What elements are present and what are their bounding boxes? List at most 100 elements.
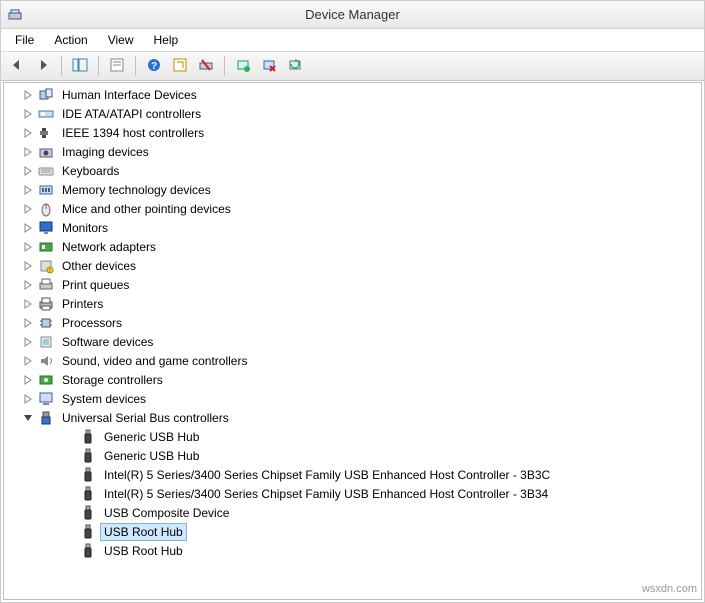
tree-category[interactable]: IEEE 1394 host controllers bbox=[4, 123, 701, 142]
tree-category-label: Processors bbox=[58, 314, 126, 332]
chevron-right-icon[interactable] bbox=[22, 260, 34, 272]
chevron-right-icon[interactable] bbox=[22, 108, 34, 120]
device-tree[interactable]: Human Interface DevicesIDE ATA/ATAPI con… bbox=[3, 82, 702, 600]
usb-device-icon bbox=[80, 524, 96, 540]
tree-item[interactable]: Generic USB Hub bbox=[4, 427, 701, 446]
refresh-button[interactable] bbox=[168, 54, 192, 78]
chevron-right-icon[interactable] bbox=[22, 127, 34, 139]
back-button[interactable] bbox=[5, 54, 29, 78]
tree-category[interactable]: Processors bbox=[4, 313, 701, 332]
watermark: wsxdn.com bbox=[642, 583, 697, 595]
tree-item[interactable]: Intel(R) 5 Series/3400 Series Chipset Fa… bbox=[4, 484, 701, 503]
tree-item-label: Generic USB Hub bbox=[100, 428, 203, 446]
chevron-right-icon[interactable] bbox=[22, 336, 34, 348]
tree-item[interactable]: USB Root Hub bbox=[4, 541, 701, 560]
monitor-icon bbox=[38, 220, 54, 236]
usb-device-icon bbox=[80, 505, 96, 521]
tree-category-label: Monitors bbox=[58, 219, 112, 237]
processor-icon bbox=[38, 315, 54, 331]
tree-item-label: Intel(R) 5 Series/3400 Series Chipset Fa… bbox=[100, 466, 554, 484]
tree-item-label: USB Root Hub bbox=[100, 523, 187, 541]
arrow-right-icon bbox=[35, 58, 51, 75]
chevron-right-icon[interactable] bbox=[22, 89, 34, 101]
tree-category[interactable]: Network adapters bbox=[4, 237, 701, 256]
chevron-down-icon[interactable] bbox=[22, 412, 34, 424]
tree-category[interactable]: Software devices bbox=[4, 332, 701, 351]
tree-category[interactable]: IDE ATA/ATAPI controllers bbox=[4, 104, 701, 123]
imaging-icon bbox=[38, 144, 54, 160]
properties-button[interactable] bbox=[105, 54, 129, 78]
tree-category[interactable]: System devices bbox=[4, 389, 701, 408]
remove-button[interactable] bbox=[194, 54, 218, 78]
menu-help[interactable]: Help bbox=[144, 31, 189, 49]
tree-category[interactable]: Keyboards bbox=[4, 161, 701, 180]
memory-icon bbox=[38, 182, 54, 198]
chevron-right-icon[interactable] bbox=[22, 222, 34, 234]
tree-category[interactable]: Memory technology devices bbox=[4, 180, 701, 199]
toolbar-separator bbox=[135, 56, 136, 76]
tree-item-label: USB Root Hub bbox=[100, 542, 187, 560]
help-button[interactable]: ? bbox=[142, 54, 166, 78]
tree-category-label: System devices bbox=[58, 390, 150, 408]
tree-item[interactable]: Intel(R) 5 Series/3400 Series Chipset Fa… bbox=[4, 465, 701, 484]
tree-category[interactable]: Universal Serial Bus controllers bbox=[4, 408, 701, 427]
tree-category-label: Memory technology devices bbox=[58, 181, 215, 199]
toolbar-separator bbox=[98, 56, 99, 76]
arrow-left-icon bbox=[9, 58, 25, 75]
tree-category[interactable]: Sound, video and game controllers bbox=[4, 351, 701, 370]
chevron-right-icon[interactable] bbox=[22, 184, 34, 196]
tree-category-label: Print queues bbox=[58, 276, 133, 294]
tree-pane-icon bbox=[72, 58, 88, 75]
tree-category-label: IEEE 1394 host controllers bbox=[58, 124, 208, 142]
tree-category[interactable]: Storage controllers bbox=[4, 370, 701, 389]
chevron-right-icon[interactable] bbox=[22, 355, 34, 367]
tree-category-label: Other devices bbox=[58, 257, 140, 275]
tree-item-label: Generic USB Hub bbox=[100, 447, 203, 465]
menu-view[interactable]: View bbox=[98, 31, 144, 49]
tree-category[interactable]: Monitors bbox=[4, 218, 701, 237]
tree-category[interactable]: Human Interface Devices bbox=[4, 85, 701, 104]
toolbar: ? bbox=[1, 51, 704, 81]
other-icon: ! bbox=[38, 258, 54, 274]
refresh-icon bbox=[172, 58, 188, 75]
usb-device-icon bbox=[80, 486, 96, 502]
scan-button[interactable] bbox=[231, 54, 255, 78]
forward-button[interactable] bbox=[31, 54, 55, 78]
tree-category[interactable]: Print queues bbox=[4, 275, 701, 294]
chevron-right-icon[interactable] bbox=[22, 279, 34, 291]
chevron-right-icon[interactable] bbox=[22, 203, 34, 215]
tree-category[interactable]: !Other devices bbox=[4, 256, 701, 275]
usb-icon bbox=[38, 410, 54, 426]
tree-category-label: Mice and other pointing devices bbox=[58, 200, 235, 218]
chevron-right-icon[interactable] bbox=[22, 241, 34, 253]
menu-file[interactable]: File bbox=[5, 31, 44, 49]
chevron-right-icon[interactable] bbox=[22, 374, 34, 386]
usb-device-icon bbox=[80, 429, 96, 445]
tree-item-label: Intel(R) 5 Series/3400 Series Chipset Fa… bbox=[100, 485, 552, 503]
show-hide-tree-button[interactable] bbox=[68, 54, 92, 78]
tree-category[interactable]: Mice and other pointing devices bbox=[4, 199, 701, 218]
menu-action[interactable]: Action bbox=[44, 31, 97, 49]
menubar: File Action View Help bbox=[1, 29, 704, 51]
chevron-right-icon[interactable] bbox=[22, 165, 34, 177]
chevron-right-icon[interactable] bbox=[22, 317, 34, 329]
tree-item[interactable]: Generic USB Hub bbox=[4, 446, 701, 465]
app-icon bbox=[7, 7, 23, 23]
ide-icon bbox=[38, 106, 54, 122]
update-button[interactable] bbox=[283, 54, 307, 78]
tree-item[interactable]: USB Composite Device bbox=[4, 503, 701, 522]
tree-category[interactable]: Imaging devices bbox=[4, 142, 701, 161]
uninstall-button[interactable] bbox=[257, 54, 281, 78]
chevron-right-icon[interactable] bbox=[22, 298, 34, 310]
ieee-icon bbox=[38, 125, 54, 141]
usb-device-icon bbox=[80, 448, 96, 464]
toolbar-separator bbox=[61, 56, 62, 76]
tree-item[interactable]: USB Root Hub bbox=[4, 522, 701, 541]
tree-category-label: Software devices bbox=[58, 333, 157, 351]
chevron-right-icon[interactable] bbox=[22, 146, 34, 158]
storage-icon bbox=[38, 372, 54, 388]
printer-icon bbox=[38, 296, 54, 312]
chevron-right-icon[interactable] bbox=[22, 393, 34, 405]
tree-category-label: Printers bbox=[58, 295, 107, 313]
tree-category[interactable]: Printers bbox=[4, 294, 701, 313]
